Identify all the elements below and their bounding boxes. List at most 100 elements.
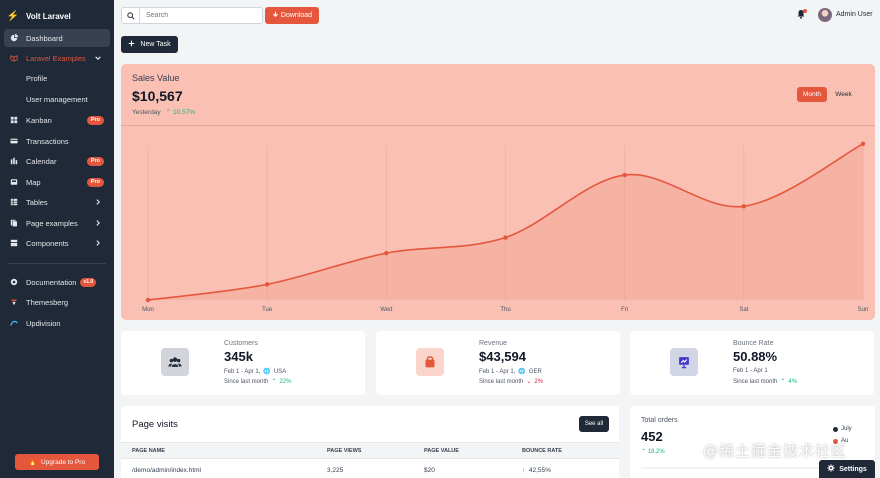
sidebar-item-label: Profile [26,73,48,83]
sidebar-divider [8,263,106,264]
stat-region: GER [528,368,542,375]
new-task-label: New Task [140,41,171,48]
upgrade-label: Upgrade to Pro [41,458,86,466]
chart-tick-label: Thu [500,307,510,313]
chart-point [145,297,151,303]
table-header: PAGE NAME PAGE VIEWS PAGE VALUE BOUNCE R… [121,442,619,459]
sales-period: Yesterday [132,108,161,116]
sidebar-item-components[interactable]: Components [4,234,110,252]
orders-change: ⌃ 18.2% [641,448,665,455]
search-box [121,7,263,24]
revenue-stat-card: Revenue $43,594 Feb 1 - Apr 1, 🌐 GER Sin… [376,331,620,395]
avatar[interactable] [818,8,832,22]
stat-title: Customers [224,340,258,347]
calendar-icon [9,157,18,166]
notification-dot [803,9,807,13]
see-all-button[interactable]: See all [579,416,609,432]
legend-dot [833,426,838,432]
chevron-down-icon [94,54,102,62]
stat-change: 4% [788,378,798,385]
arrow-up-icon: ⌃ [271,379,277,385]
flag-icon: 🌐 [263,369,271,375]
stat-change: 22% [279,378,292,385]
stat-date: Feb 1 - Apr 1, [224,368,261,375]
sidebar-item-label: Calendar [26,156,57,166]
sidebar-item-user-management[interactable]: User management [4,90,110,108]
chevron-right-icon [94,198,102,206]
stat-date: Feb 1 - Apr 1, [479,368,516,375]
stat-value: $43,594 [479,349,526,364]
settings-button[interactable]: Settings [819,460,875,478]
presentation-chart-icon [670,348,698,376]
sidebar-item-dashboard[interactable]: Dashboard [4,29,110,47]
sidebar-item-updivision[interactable]: Updivision [4,314,110,332]
chart-tick-label: Sun [858,307,869,313]
column-header: PAGE VIEWS [327,448,362,454]
download-button[interactable]: Download [265,7,319,24]
legend-item-july: July [833,426,852,432]
stat-compare: Since last month [224,378,269,385]
sidebar-item-transactions[interactable]: Transactions [4,132,110,150]
settings-label: Settings [839,465,867,473]
sidebar-item-calendar[interactable]: Calendar Pro [4,152,110,170]
sidebar-item-label: Transactions [26,136,69,146]
stat-compare-line: Since last month ⌃ 22% [224,378,292,386]
sidebar-item-tables[interactable]: Tables [4,193,110,211]
fire-icon: 🔥 [28,459,37,466]
sidebar-item-documentation[interactable]: Documentation v1.0 [4,273,110,291]
sidebar: ⚡ Volt Laravel Dashboard Laravel Example… [0,0,114,478]
sales-comparison: Yesterday ⌃ 10.57% [132,108,195,117]
month-toggle-button[interactable]: Month [797,87,827,102]
sidebar-item-map[interactable]: Map Pro [4,173,110,191]
gear-icon [827,464,835,474]
stat-value: 345k [224,349,253,364]
themesberg-logo-icon [9,298,18,307]
laravel-icon [9,54,18,63]
table-cell-value: $20 [424,467,435,474]
bounce-value: 42,55% [528,467,551,474]
user-name[interactable]: Admin User [836,11,873,18]
stat-date: Feb 1 - Apr 1 [733,368,768,374]
pages-icon [9,219,18,228]
chevron-right-icon [94,239,102,247]
brand-logo-link[interactable]: ⚡ Volt Laravel [6,10,71,22]
sidebar-item-label: Updivision [26,318,61,328]
sidebar-item-page-examples[interactable]: Page examples [4,214,110,232]
stat-compare: Since last month [479,378,524,385]
kanban-icon [9,116,18,125]
sidebar-item-kanban[interactable]: Kanban Pro [4,111,110,129]
chart-point [384,250,389,256]
sales-title: Sales Value [132,73,180,83]
search-input[interactable] [140,12,260,19]
watermark: @稀土掘金技术社区 [703,442,848,460]
chart-point [860,141,866,147]
sales-line-chart: Mon Tue Wed Thu Fri Sat Sun [142,141,869,313]
notifications-bell[interactable] [795,9,807,21]
page-visits-title: Page visits [132,419,178,430]
orders-value: 452 [641,429,663,444]
upgrade-to-pro-button[interactable]: 🔥 Upgrade to Pro [15,454,99,470]
sidebar-item-label: Page examples [26,218,78,228]
week-toggle-button[interactable]: Week [829,87,858,102]
orders-change-value: 18.2% [647,449,665,455]
chart-point [503,235,508,240]
pro-badge: Pro [86,156,104,166]
sidebar-item-themesberg[interactable]: Themesberg [4,293,110,311]
plus-icon [128,40,135,49]
bounce-rate-stat-card: Bounce Rate 50.88% Feb 1 - Apr 1 Since l… [630,331,874,395]
sales-change-value: 10.57% [172,109,195,116]
table-cell-views: 3,225 [327,467,344,474]
new-task-button[interactable]: New Task [121,36,178,53]
bolt-icon: ⚡ [6,10,20,22]
sales-value: $10,567 [132,88,183,104]
stat-compare: Since last month [733,378,778,385]
pie-chart-icon [9,34,18,43]
sidebar-item-profile[interactable]: Profile [4,69,110,87]
chart-point [741,204,747,209]
chart-tick-label: Wed [380,307,392,313]
sidebar-item-laravel-examples[interactable]: Laravel Examples [4,49,110,67]
version-badge: v1.0 [80,277,97,287]
column-header: BOUNCE RATE [522,448,562,454]
chart-tick-label: Fri [621,307,628,313]
search-icon [122,8,140,23]
